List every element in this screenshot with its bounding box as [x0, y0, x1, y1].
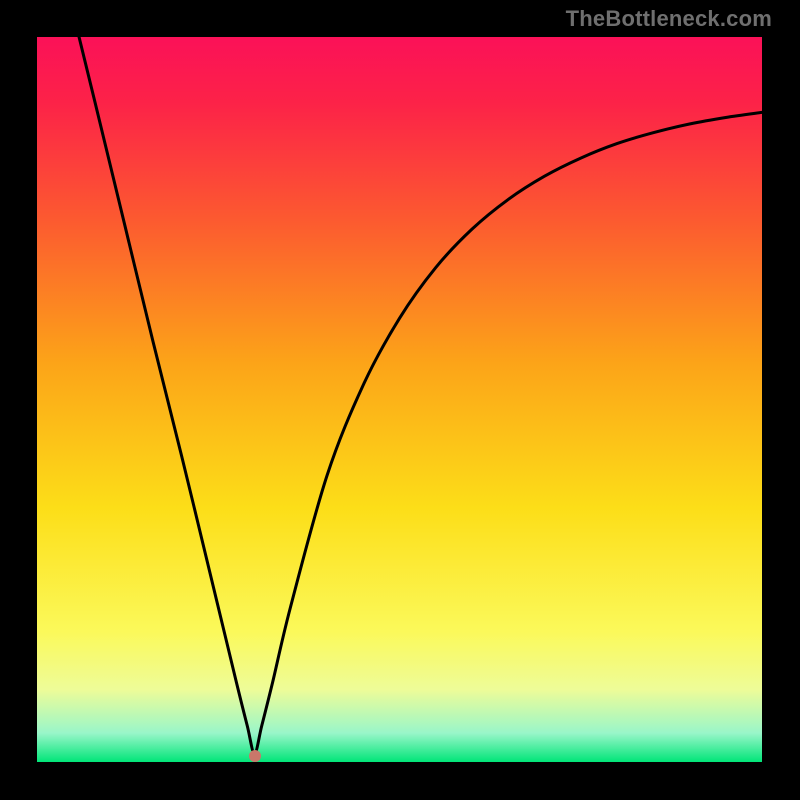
chart-stage: TheBottleneck.com	[0, 0, 800, 800]
optimum-marker	[249, 750, 261, 762]
watermark-label: TheBottleneck.com	[566, 6, 772, 32]
plot-area	[37, 37, 762, 762]
bottleneck-curve	[37, 37, 762, 762]
